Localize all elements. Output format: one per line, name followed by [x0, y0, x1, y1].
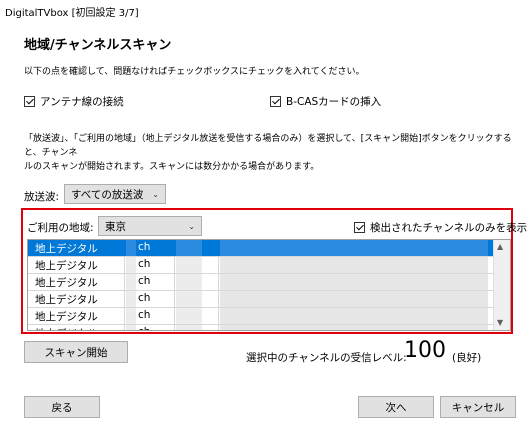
signal-level-label: 選択中のチャンネルの受信レベル: — [246, 352, 407, 364]
table-row[interactable]: 地上デジタル ch — [28, 240, 510, 257]
back-button[interactable]: 戻る — [24, 396, 100, 418]
scan-start-button[interactable]: スキャン開始 — [24, 341, 128, 363]
title-bar: DigitalTVbox [初回設定 3/7] — [0, 0, 531, 22]
scroll-down-icon[interactable]: ▼ — [497, 318, 503, 327]
bcas-checkbox[interactable]: B-CASカードの挿入 — [270, 94, 381, 109]
redacted-cell — [176, 257, 202, 273]
redacted-cell — [220, 308, 488, 324]
checkbox-checked-icon — [24, 96, 35, 107]
redacted-cell — [176, 274, 202, 290]
redacted-cell — [220, 240, 488, 256]
scroll-up-icon[interactable]: ▲ — [497, 242, 503, 251]
redacted-cell — [176, 308, 202, 324]
channel-type: 地上デジタル — [35, 326, 98, 330]
redacted-cell — [220, 325, 488, 330]
detected-only-label: 検出されたチャンネルのみを表示 — [370, 222, 528, 234]
table-row[interactable]: 地上デジタル ch — [28, 257, 510, 274]
redacted-cell — [220, 257, 488, 273]
intro-text: 以下の点を確認して、問題なければチェックボックスにチェックを入れてください。 — [24, 67, 365, 77]
chevron-down-icon: ⌄ — [152, 189, 159, 199]
redacted-cell — [126, 291, 136, 307]
channel-type: 地上デジタル — [35, 260, 98, 272]
redacted-cell — [220, 274, 488, 290]
channel-number: ch — [138, 309, 151, 321]
signal-quality: (良好) — [452, 352, 482, 364]
redacted-cell — [126, 325, 136, 330]
region-select-value: 東京 — [105, 220, 126, 233]
cancel-button[interactable]: キャンセル — [440, 396, 516, 418]
page-title: 地域/チャンネルスキャン — [24, 38, 172, 53]
region-label: ご利用の地域: — [27, 222, 94, 234]
channel-list[interactable]: 地上デジタル ch 地上デジタル ch 地上デジタル ch 地上デジタル ch … — [27, 239, 511, 331]
channel-type: 地上デジタル — [35, 277, 98, 289]
antenna-checkbox[interactable]: アンテナ線の接続 — [24, 94, 124, 109]
checkbox-checked-icon — [270, 96, 281, 107]
next-button[interactable]: 次へ — [358, 396, 434, 418]
table-row[interactable]: 地上デジタル ch — [28, 291, 510, 308]
channel-type: 地上デジタル — [35, 294, 98, 306]
scan-description-line: ルのスキャンが開始されます。スキャンには数分かかる場合があります。 — [24, 162, 320, 172]
broadcast-label: 放送波: — [24, 191, 60, 203]
broadcast-select[interactable]: すべての放送波 ⌄ — [64, 184, 166, 204]
chevron-down-icon: ⌄ — [188, 221, 195, 231]
redacted-cell — [126, 240, 136, 256]
redacted-cell — [126, 257, 136, 273]
checkbox-checked-icon — [354, 222, 365, 233]
window-title: DigitalTVbox [初回設定 3/7] — [5, 8, 139, 19]
scan-description-line: 「放送波」、「ご利用の地域」（地上デジタル放送を受信する場合のみ）を選択して、[… — [24, 134, 512, 158]
redacted-cell — [220, 291, 488, 307]
redacted-cell — [176, 291, 202, 307]
table-row[interactable]: 地上デジタル ch — [28, 325, 510, 330]
antenna-checkbox-label: アンテナ線の接続 — [40, 96, 124, 108]
redacted-cell — [126, 274, 136, 290]
bcas-checkbox-label: B-CASカードの挿入 — [286, 96, 382, 108]
channel-number: ch — [138, 241, 151, 253]
redacted-cell — [126, 308, 136, 324]
table-row[interactable]: 地上デジタル ch — [28, 274, 510, 291]
channel-number: ch — [138, 258, 151, 270]
broadcast-select-value: すべての放送波 — [71, 188, 144, 201]
channel-number: ch — [138, 275, 151, 287]
channel-type: 地上デジタル — [35, 311, 98, 323]
channel-type: 地上デジタル — [35, 243, 98, 255]
detected-only-checkbox[interactable]: 検出されたチャンネルのみを表示 — [354, 220, 527, 235]
redacted-cell — [176, 325, 202, 330]
channel-number: ch — [138, 326, 150, 330]
redacted-cell — [176, 240, 202, 256]
list-scrollbar[interactable]: ▲ ▼ — [493, 240, 510, 330]
channel-number: ch — [138, 292, 151, 304]
signal-level-value: 100 — [404, 338, 446, 363]
region-select[interactable]: 東京 ⌄ — [98, 216, 202, 236]
table-row[interactable]: 地上デジタル ch — [28, 308, 510, 325]
scan-description: 「放送波」、「ご利用の地域」（地上デジタル放送を受信する場合のみ）を選択して、[… — [24, 132, 514, 174]
